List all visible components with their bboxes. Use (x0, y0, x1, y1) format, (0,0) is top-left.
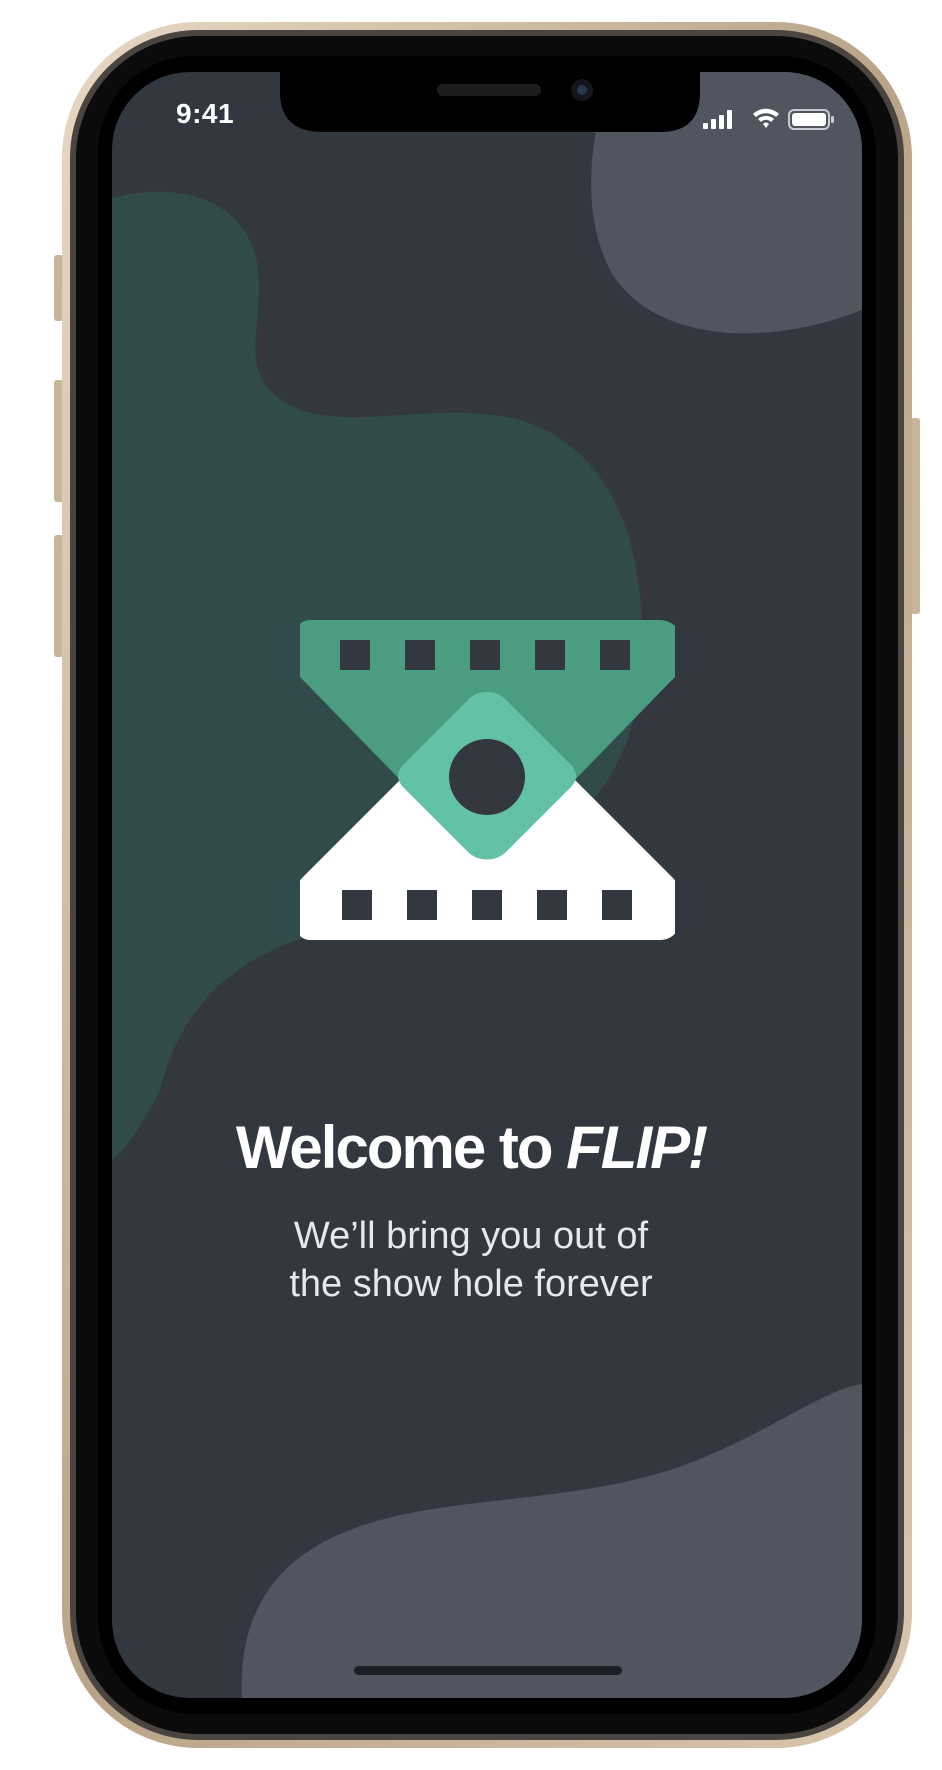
home-indicator[interactable] (354, 1666, 622, 1675)
app-screen: 9:41 Welcome to FLIP! We’ll bring you ou… (0, 0, 942, 1770)
status-time: 9:41 (176, 98, 235, 129)
subtitle-line-1: We’ll bring you out of (293, 1215, 649, 1257)
welcome-title: Welcome to FLIP! (0, 1112, 942, 1184)
status-bar: 9:41 (0, 0, 942, 140)
brand-name: FLIP! (566, 1114, 708, 1181)
status-icons (703, 108, 834, 130)
cellular-signal-icon (703, 110, 732, 129)
welcome-subtitle: We’ll bring you out of the show hole for… (0, 1212, 942, 1308)
welcome-title-prefix: Welcome to (235, 1114, 567, 1181)
wifi-icon (753, 108, 779, 128)
subtitle-line-2: the show hole forever (289, 1263, 653, 1305)
battery-icon (788, 109, 834, 130)
flip-film-reel-logo (300, 620, 675, 940)
